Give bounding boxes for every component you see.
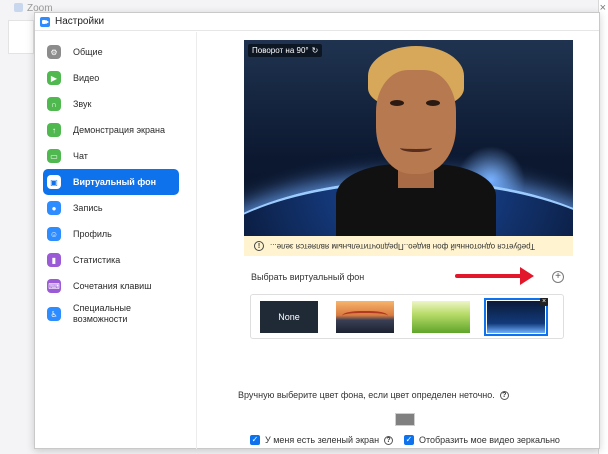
mirror-video-label: Отобразить мое видео зеркально [419,435,560,445]
sidebar-item-label: Виртуальный фон [73,177,157,187]
plus-circle-icon[interactable]: + [552,271,564,283]
sidebar-item-chat[interactable]: ▭ Чат [43,143,179,169]
window-title: Настройки [55,16,105,27]
accessibility-icon: ♿ [47,307,61,321]
thumbnail-bridge[interactable] [336,301,394,333]
zoom-logo-icon [14,3,23,12]
green-screen-warning: ! Требуется однотонный фон видео..Предпо… [244,236,573,256]
background-color-swatch[interactable] [394,412,416,427]
close-icon[interactable]: × [600,2,606,14]
settings-content: Поворот на 90° ↻ ! Требуется однотонный … [198,32,599,449]
record-icon: ● [47,201,61,215]
sidebar-item-video[interactable]: ▶ Видео [43,65,179,91]
sidebar-item-label: Демонстрация экрана [73,125,165,135]
green-screen-checkbox-row[interactable]: ✓ У меня есть зеленый экран ? [250,435,394,445]
choose-background-label: Выбрать виртуальный фон [251,272,365,282]
sidebar-item-label: Чат [73,151,88,161]
zoom-logo-icon [40,17,50,27]
settings-window: Настройки ⚙ Общие ▶ Видео ∩ Звук ↑ Демон… [34,12,600,449]
sidebar-item-label: Видео [73,73,100,83]
profile-icon: ☺ [47,227,61,241]
gear-icon: ⚙ [47,45,61,59]
sidebar-item-label: Звук [73,99,92,109]
sidebar-item-label: Запись [73,203,103,213]
thumbnail-grass[interactable] [412,301,470,333]
window-titlebar: Настройки [35,13,599,31]
person-eye [426,100,440,106]
chat-icon: ▭ [47,149,61,163]
help-icon[interactable]: ? [499,390,509,400]
sidebar-item-label: Статистика [73,255,121,265]
keyboard-icon: ⌨ [47,279,61,293]
remove-thumbnail-icon[interactable]: × [540,298,548,306]
statistics-icon: ▮ [47,253,61,267]
thumbnail-none-label: None [278,312,300,322]
sidebar-item-virtual-background[interactable]: ▣ Виртуальный фон [43,169,179,195]
rotate-label: Поворот на 90° [252,46,309,55]
person-face [376,70,456,174]
manual-color-text: Вручную выберите цвет фона, если цвет оп… [238,390,495,400]
sidebar-item-keyboard-shortcuts[interactable]: ⌨ Сочетания клавиш [43,273,179,299]
sidebar-item-audio[interactable]: ∩ Звук [43,91,179,117]
mirror-video-checkbox-row[interactable]: ✓ Отобразить мое видео зеркально [404,435,560,445]
sidebar-item-label: Профиль [73,229,112,239]
thumbnail-none[interactable]: None [260,301,318,333]
manual-color-hint: Вручную выберите цвет фона, если цвет оп… [238,390,509,400]
headphones-icon: ∩ [47,97,61,111]
sidebar-item-label: Специальные возможности [73,303,131,324]
help-icon[interactable]: ? [384,435,394,445]
virtual-background-icon: ▣ [47,175,61,189]
warning-text: Требуется однотонный фон видео..Предпочт… [270,241,535,251]
sidebar-item-profile[interactable]: ☺ Профиль [43,221,179,247]
rotate-icon: ↻ [311,46,319,55]
info-icon: ! [254,241,264,251]
background-panel [8,20,34,54]
sidebar-item-recording[interactable]: ● Запись [43,195,179,221]
sidebar-item-label: Общие [73,47,103,57]
rotate-button[interactable]: Поворот на 90° ↻ [248,44,323,57]
person-mouth [400,144,432,152]
mirror-video-checkbox[interactable]: ✓ [404,435,414,445]
video-preview: Поворот на 90° ↻ ! Требуется однотонный … [244,40,573,256]
red-arrow-head [520,267,534,285]
share-screen-icon: ↑ [47,123,61,137]
person-eye [390,100,404,106]
sidebar-item-accessibility[interactable]: ♿ Специальные возможности [43,299,179,329]
thumbnail-earth[interactable]: × [484,298,548,336]
sidebar-item-label: Сочетания клавиш [73,281,152,291]
red-arrow-line [455,274,525,278]
sidebar-item-share-screen[interactable]: ↑ Демонстрация экрана [43,117,179,143]
sidebar-item-statistics[interactable]: ▮ Статистика [43,247,179,273]
settings-sidebar: ⚙ Общие ▶ Видео ∩ Звук ↑ Демонстрация эк… [35,32,197,449]
green-screen-label: У меня есть зеленый экран [265,435,380,445]
person-video [336,46,496,244]
sidebar-item-general[interactable]: ⚙ Общие [43,39,179,65]
video-icon: ▶ [47,71,61,85]
background-thumbnails: None × [250,294,564,339]
green-screen-checkbox[interactable]: ✓ [250,435,260,445]
